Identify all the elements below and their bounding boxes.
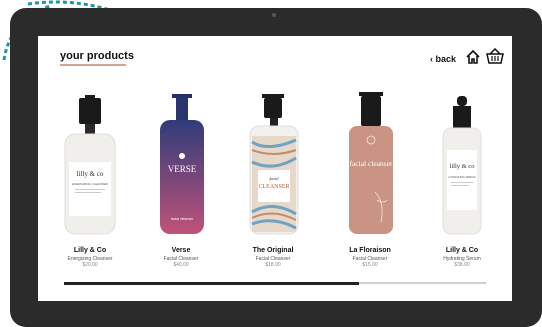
product-price: $18.00 (265, 262, 281, 268)
product-label-small: facial cleanser (171, 217, 194, 221)
product-image: lilly & co ENERGIZING CLEANSER (64, 95, 116, 235)
product-label-text: VERSE (168, 164, 197, 174)
back-button[interactable]: ‹ back (430, 54, 456, 64)
product-card[interactable]: facial CLEANSER The Original Facial Clea… (228, 92, 318, 272)
product-label-small: ENERGIZING CLEANSER (72, 182, 109, 186)
product-card[interactable]: lilly & co ENERGIZING CLEANSER Lilly & C… (45, 92, 135, 272)
product-price: $40.00 (173, 262, 189, 268)
product-carousel: lilly & co ENERGIZING CLEANSER Lilly & C… (38, 92, 512, 272)
product-name: Lilly & Co (73, 247, 107, 254)
product-image: VERSE facial cleanser (160, 94, 204, 234)
home-icon[interactable] (465, 49, 481, 65)
product-price: $15.00 (362, 262, 378, 268)
product-label-small: facial (269, 176, 279, 181)
product-price: $20.00 (82, 262, 98, 268)
product-name: Verse (171, 247, 191, 254)
product-name: La Floraison (349, 247, 391, 254)
basket-icon[interactable] (486, 48, 504, 64)
carousel-scrollbar[interactable] (64, 281, 486, 285)
back-label: back (435, 54, 457, 64)
product-label-text: lilly & co (450, 163, 475, 170)
product-card[interactable]: lilly & co HYDRATING SERUM Lilly & Co Hy… (417, 92, 507, 272)
product-name: Lilly & Co (445, 247, 479, 254)
app-screen: your products ‹ back lilly & co ENERGIZI… (38, 36, 512, 301)
product-label-text: lilly & co (77, 170, 104, 178)
tablet-camera (272, 13, 276, 17)
page-title: your products (60, 50, 134, 62)
product-image: lilly & co HYDRATING SERUM (442, 96, 482, 235)
title-underline (60, 64, 126, 66)
scrollbar-thumb[interactable] (64, 281, 360, 285)
product-label-text: facial cleanser (349, 159, 393, 168)
product-image: facial CLEANSER (249, 94, 299, 235)
product-card[interactable]: VERSE facial cleanser Verse Facial Clean… (136, 92, 226, 272)
product-price: $38.00 (454, 262, 470, 268)
product-label-text: CLEANSER (258, 184, 289, 190)
product-card[interactable]: facial cleanser La Floraison Facial Clea… (325, 92, 415, 272)
product-image: facial cleanser (349, 92, 393, 234)
product-name: The Original (252, 247, 294, 254)
product-label-small: HYDRATING SERUM (448, 175, 476, 179)
